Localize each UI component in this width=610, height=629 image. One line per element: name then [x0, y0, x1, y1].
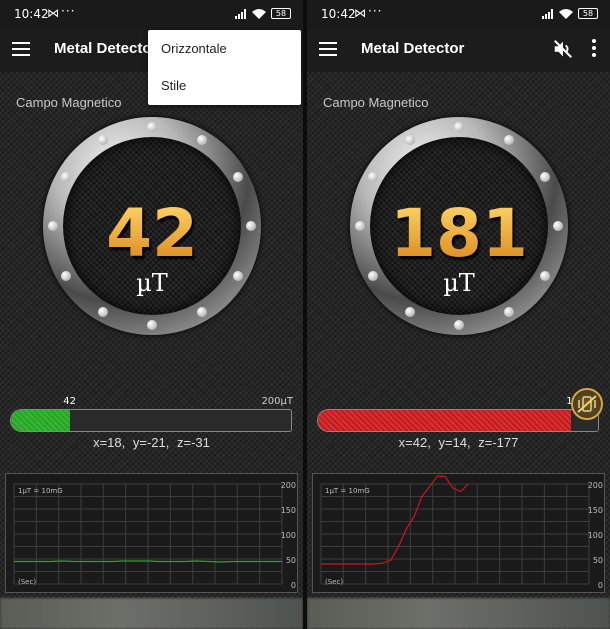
field-unit: µT — [136, 269, 168, 297]
menu-item-stile[interactable]: Stile — [148, 67, 301, 104]
field-value: 42 — [63, 199, 241, 269]
app-title: Metal Detector — [54, 40, 158, 57]
screen-right: 10:42 ⋈ ··· 58 Metal Detector Campo Magn… — [307, 0, 610, 629]
bezel-bolt — [246, 221, 256, 231]
field-bar — [317, 409, 599, 432]
battery-icon: 58 — [578, 8, 598, 19]
bezel-bolt — [48, 221, 58, 231]
bezel-bolt — [503, 306, 514, 317]
more-notifications-icon: ··· — [368, 4, 383, 18]
history-chart: 200 150 100 50 0 1µT = 10mG (Sec) — [320, 475, 603, 590]
bezel-bolt — [553, 221, 563, 231]
mail-icon: ⋈ — [354, 6, 366, 20]
y-tick-label: 200 — [281, 481, 296, 490]
field-label: Campo Magnetico — [323, 95, 429, 110]
field-label: Campo Magnetico — [16, 95, 122, 110]
gauge-dial: 181 µT — [350, 117, 568, 335]
y-tick-label: 150 — [588, 506, 603, 515]
y-tick-label: 100 — [281, 531, 296, 540]
field-bar-fill — [318, 410, 572, 431]
menu-item-orizzontale[interactable]: Orizzontale — [148, 30, 301, 67]
axis-y: y=14, — [438, 435, 471, 450]
history-graph: 200 150 100 50 0 1µT = 10mG (Sec) — [5, 473, 298, 593]
y-tick-label: 50 — [593, 556, 603, 565]
more-notifications-icon: ··· — [61, 4, 76, 18]
axes-readout: x=18, y=-21, z=-31 — [0, 435, 303, 450]
status-bar: 10:42 ⋈ ··· 58 — [307, 0, 610, 28]
bezel-bolt — [404, 135, 415, 146]
bezel-bolt — [196, 135, 207, 146]
bezel-bolt — [61, 171, 72, 182]
battery-icon: 58 — [271, 8, 291, 19]
field-unit: µT — [443, 269, 475, 297]
signal-icon — [235, 8, 246, 19]
wifi-icon — [252, 8, 266, 19]
axis-z: z=-31 — [177, 435, 210, 450]
bezel-bolt — [232, 171, 243, 182]
status-time: 10:42 — [14, 7, 49, 21]
bezel-bolt — [147, 122, 157, 132]
bezel-bolt — [539, 270, 550, 281]
field-bar — [10, 409, 292, 432]
screen-left: 10:42 ⋈ ··· 58 Metal Detector Campo Magn… — [0, 0, 303, 629]
y-tick-label: 0 — [598, 581, 603, 590]
status-bar: 10:42 ⋈ ··· 58 — [0, 0, 303, 28]
bezel-bolt — [454, 320, 464, 330]
blurred-background — [0, 598, 303, 629]
axis-x: x=18, — [93, 435, 126, 450]
field-value: 181 — [370, 199, 548, 269]
history-chart: 200 150 100 50 0 1µT = 10mG (Sec) — [13, 481, 296, 590]
blurred-background — [307, 598, 610, 629]
bezel-bolt — [196, 306, 207, 317]
bezel-bolt — [97, 306, 108, 317]
mail-icon: ⋈ — [47, 6, 59, 20]
y-tick-label: 200 — [588, 481, 603, 490]
bezel-bolt — [503, 135, 514, 146]
gauge-dial: 42 µT — [43, 117, 261, 335]
app-title: Metal Detector — [361, 40, 465, 57]
history-graph: 200 150 100 50 0 1µT = 10mG (Sec) — [312, 473, 605, 593]
bezel-bolt — [368, 171, 379, 182]
vibration-off-icon[interactable] — [571, 388, 603, 420]
bezel-bolt — [97, 135, 108, 146]
axes-readout: x=42, y=14, z=-177 — [307, 435, 610, 450]
field-bar-fill — [11, 410, 70, 431]
bezel-bolt — [539, 171, 550, 182]
status-time: 10:42 — [321, 7, 356, 21]
axis-z: z=-177 — [478, 435, 519, 450]
menu-icon[interactable] — [12, 42, 30, 56]
chart-annotation: 1µT = 10mG — [325, 487, 370, 495]
chart-annotation: 1µT = 10mG — [18, 487, 63, 495]
bar-max-label: 200µT — [261, 396, 293, 407]
bezel-bolt — [368, 270, 379, 281]
bar-value-label: 42 — [63, 396, 76, 407]
bezel-bolt — [404, 306, 415, 317]
y-tick-label: 50 — [286, 556, 296, 565]
overflow-menu: Orizzontale Stile — [148, 30, 301, 105]
overflow-menu-icon[interactable] — [588, 39, 600, 61]
y-tick-label: 100 — [588, 531, 603, 540]
bezel-bolt — [147, 320, 157, 330]
y-tick-label: 0 — [291, 581, 296, 590]
menu-icon[interactable] — [319, 42, 337, 56]
axis-y: y=-21, — [132, 435, 170, 450]
y-tick-label: 150 — [281, 506, 296, 515]
x-axis-label: (Sec) — [325, 578, 343, 586]
app-bar: Metal Detector — [307, 28, 610, 72]
axis-x: x=42, — [398, 435, 431, 450]
bezel-bolt — [355, 221, 365, 231]
bezel-bolt — [454, 122, 464, 132]
x-axis-label: (Sec) — [18, 578, 36, 586]
bezel-bolt — [232, 270, 243, 281]
signal-icon — [542, 8, 553, 19]
bezel-bolt — [61, 270, 72, 281]
sound-off-icon[interactable] — [552, 38, 574, 60]
wifi-icon — [559, 8, 573, 19]
